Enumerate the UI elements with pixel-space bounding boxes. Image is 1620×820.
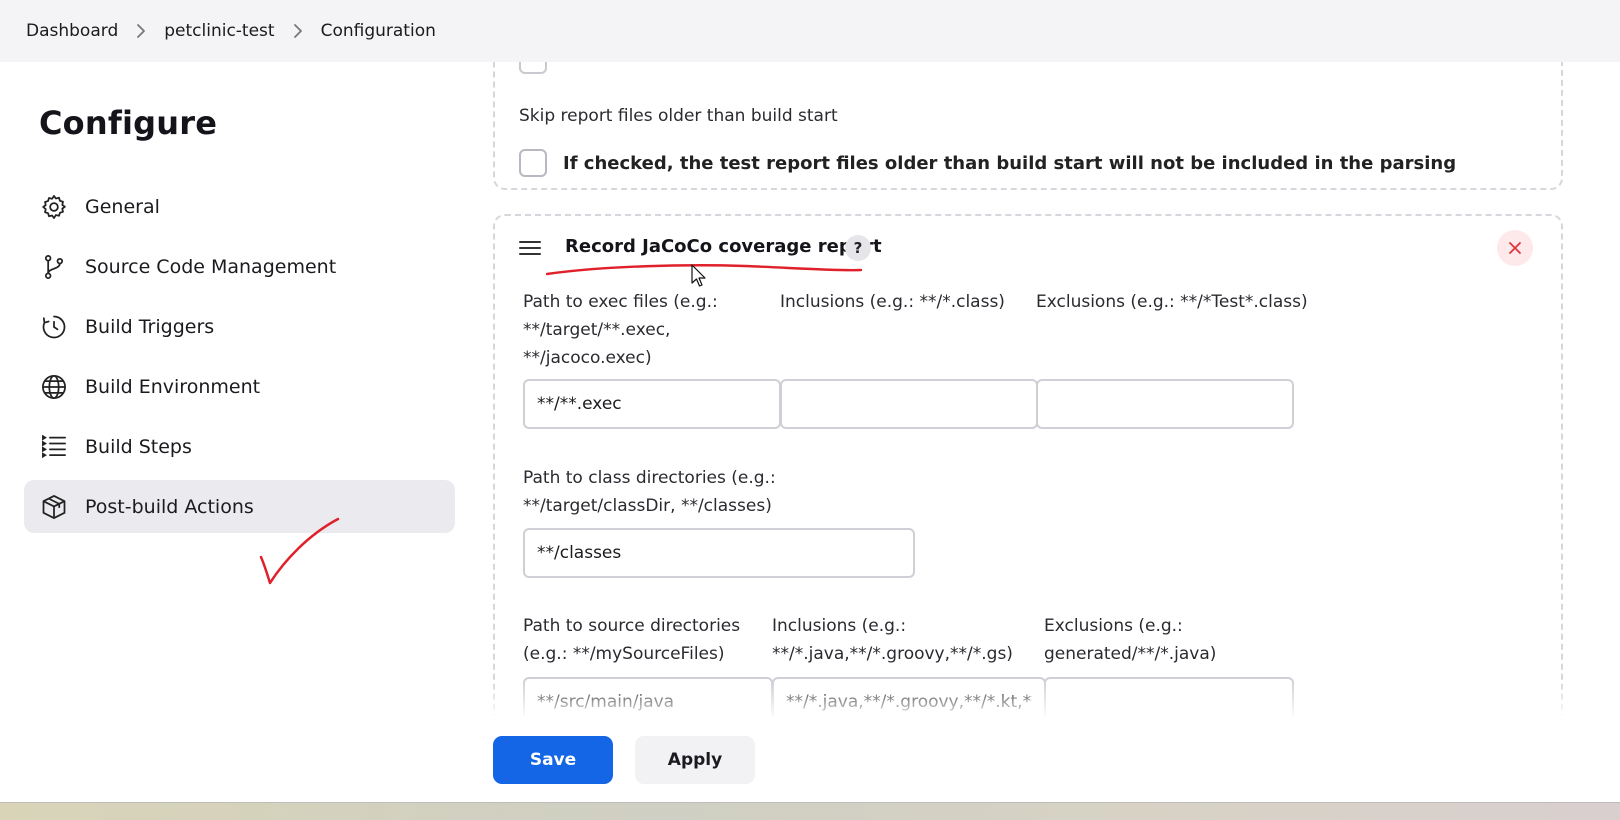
sidebar-item-label: Post-build Actions: [85, 495, 254, 518]
branch-icon: [39, 252, 69, 282]
sidebar-item-label: Source Code Management: [85, 255, 337, 278]
scroll-fade: [492, 680, 1620, 716]
exec-exclusions-label: Exclusions (e.g.: **/*Test*.class): [1036, 292, 1308, 312]
package-icon: [39, 492, 69, 522]
bottom-action-bar: Save Apply: [0, 716, 1620, 802]
os-taskbar: [0, 802, 1620, 820]
chevron-right-icon: [136, 23, 146, 39]
sidebar-item-build-environment[interactable]: Build Environment: [24, 360, 455, 413]
sidebar-item-label: Build Triggers: [85, 315, 215, 338]
clock-icon: [39, 312, 69, 342]
sidebar-item-label: Build Environment: [85, 375, 261, 398]
apply-button[interactable]: Apply: [635, 736, 755, 784]
close-icon[interactable]: [1497, 230, 1533, 266]
list-icon: [39, 432, 69, 462]
drag-handle-icon[interactable]: [519, 241, 541, 259]
class-dirs-label: Path to class directories (e.g.: **/targ…: [523, 468, 776, 516]
sidebar: Configure General Source Code Management…: [0, 62, 470, 802]
sidebar-item-general[interactable]: General: [24, 180, 455, 233]
skip-old-reports-text: If checked, the test report files older …: [563, 153, 1457, 174]
skip-old-reports-label: Skip report files older than build start: [519, 106, 838, 126]
exec-inclusions-input[interactable]: [780, 379, 1038, 429]
exec-path-label: Path to exec files (e.g.: **/target/**.e…: [523, 292, 718, 368]
breadcrumb-configuration[interactable]: Configuration: [321, 21, 436, 41]
checkbox-partial[interactable]: [519, 62, 547, 74]
sidebar-nav: General Source Code Management Build Tri…: [24, 180, 455, 540]
save-button[interactable]: Save: [493, 736, 613, 784]
skip-old-reports-checkbox[interactable]: [519, 149, 547, 177]
help-icon[interactable]: ?: [845, 235, 871, 261]
junit-section: Skip report files older than build start…: [493, 62, 1563, 190]
chevron-right-icon: [293, 23, 303, 39]
breadcrumb: Dashboard petclinic-test Configuration: [0, 0, 1620, 62]
sidebar-item-build-triggers[interactable]: Build Triggers: [24, 300, 455, 353]
sidebar-item-label: Build Steps: [85, 435, 192, 458]
source-exclusions-label: Exclusions (e.g.: generated/**/*.java): [1044, 616, 1217, 664]
main-content: Skip report files older than build start…: [492, 62, 1620, 716]
sidebar-item-build-steps[interactable]: Build Steps: [24, 420, 455, 473]
mouse-cursor-icon: [691, 264, 706, 287]
page-title: Configure: [39, 104, 218, 142]
section-title: Record JaCoCo coverage report: [565, 236, 882, 257]
globe-icon: [39, 372, 69, 402]
sidebar-item-label: General: [85, 195, 160, 218]
breadcrumb-dashboard[interactable]: Dashboard: [26, 21, 118, 41]
annotation-checkmark: [259, 517, 340, 585]
source-inclusions-label: Inclusions (e.g.: **/*.java,**/*.groovy,…: [772, 616, 1013, 664]
exec-path-input[interactable]: [523, 379, 781, 429]
breadcrumb-project[interactable]: petclinic-test: [164, 21, 274, 41]
sidebar-item-source-code-management[interactable]: Source Code Management: [24, 240, 455, 293]
exec-inclusions-label: Inclusions (e.g.: **/*.class): [780, 292, 1005, 312]
source-dirs-label: Path to source directories (e.g.: **/myS…: [523, 616, 741, 664]
exec-exclusions-input[interactable]: [1036, 379, 1294, 429]
gear-icon: [39, 192, 69, 222]
sidebar-item-post-build-actions[interactable]: Post-build Actions: [24, 480, 455, 533]
jacoco-section: Record JaCoCo coverage report ? Path to …: [493, 214, 1563, 716]
class-dirs-input[interactable]: [523, 528, 915, 578]
